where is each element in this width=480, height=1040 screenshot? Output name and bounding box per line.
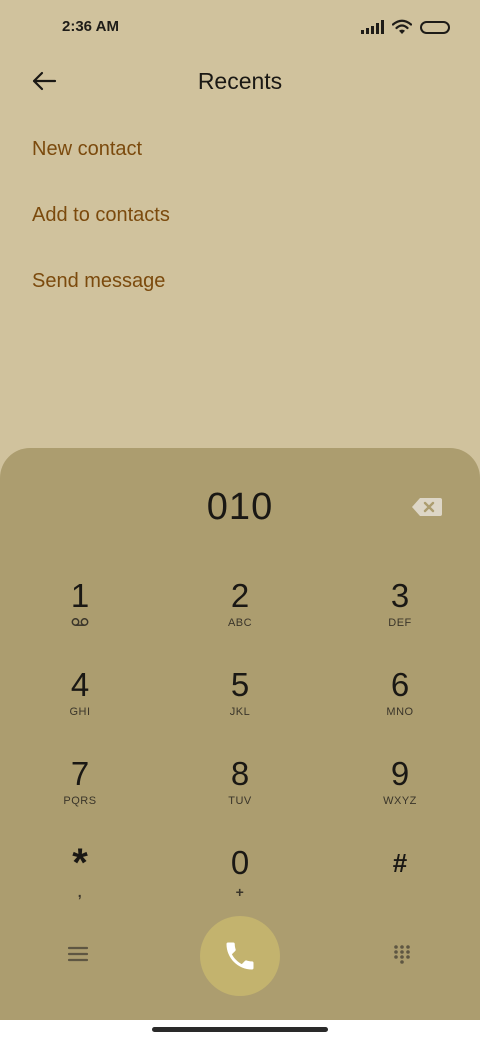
app-header: Recents <box>0 56 480 106</box>
key-digit: * <box>72 841 88 885</box>
dialpad-grid-icon <box>394 945 410 964</box>
dialpad-toggle-button[interactable] <box>392 944 412 964</box>
key-1[interactable]: 1 <box>20 576 140 656</box>
key-letters: WXYZ <box>383 795 417 807</box>
key-3[interactable]: 3 DEF <box>340 576 460 656</box>
key-letters: , <box>77 884 83 900</box>
home-indicator[interactable] <box>152 1027 328 1032</box>
dialed-number: 010 <box>206 486 274 528</box>
key-digit: 3 <box>390 577 410 614</box>
key-letters: GHI <box>69 706 91 718</box>
action-list: New contact Add to contacts Send message <box>32 128 170 326</box>
key-5[interactable]: 5 JKL <box>180 665 300 745</box>
key-digit: 6 <box>390 666 410 703</box>
status-icons <box>361 18 450 36</box>
menu-button[interactable] <box>66 944 90 964</box>
key-9[interactable]: 9 WXYZ <box>340 754 460 834</box>
new-contact-action[interactable]: New contact <box>32 128 170 194</box>
signal-icon <box>361 20 384 34</box>
key-digit: 0 <box>230 844 250 881</box>
key-sub <box>20 617 140 631</box>
key-digit: 8 <box>230 755 250 792</box>
backspace-button[interactable] <box>410 496 444 518</box>
phone-icon <box>226 942 254 970</box>
key-letters: TUV <box>228 795 252 807</box>
key-star[interactable]: * , <box>20 843 140 923</box>
key-digit: 7 <box>70 755 90 792</box>
key-8[interactable]: 8 TUV <box>180 754 300 834</box>
voicemail-icon <box>71 618 89 626</box>
key-letters: PQRS <box>63 795 97 807</box>
system-nav-bar <box>0 1020 480 1040</box>
key-0[interactable]: 0 + <box>180 843 300 923</box>
key-letters: + <box>235 884 245 900</box>
key-letters: DEF <box>388 617 412 629</box>
key-digit: 5 <box>230 666 250 703</box>
key-digit: 9 <box>390 755 410 792</box>
key-letters: ABC <box>227 617 253 629</box>
key-digit: 2 <box>230 577 250 614</box>
key-letters <box>340 884 460 898</box>
backspace-icon <box>412 498 442 516</box>
key-digit: 1 <box>70 577 90 614</box>
key-6[interactable]: 6 MNO <box>340 665 460 745</box>
key-7[interactable]: 7 PQRS <box>20 754 140 834</box>
send-message-action[interactable]: Send message <box>32 260 170 326</box>
key-letters: MNO <box>386 706 414 718</box>
key-4[interactable]: 4 GHI <box>20 665 140 745</box>
status-time: 2:36 AM <box>62 18 119 35</box>
dialpad-panel: 010 1 2 ABC 3 DEF 4 GHI 5 JKL 6 MNO 7 PQ… <box>0 448 480 1020</box>
key-2[interactable]: 2 ABC <box>180 576 300 656</box>
dialpad-actions <box>0 914 480 998</box>
call-button[interactable] <box>200 916 280 996</box>
key-digit: # <box>392 848 408 878</box>
menu-icon <box>67 946 89 962</box>
add-to-contacts-action[interactable]: Add to contacts <box>32 194 170 260</box>
battery-icon <box>420 20 450 34</box>
key-digit: 4 <box>70 666 90 703</box>
key-letters: JKL <box>229 706 251 718</box>
status-bar: 2:36 AM <box>0 0 480 56</box>
page-title: Recents <box>197 68 283 94</box>
key-hash[interactable]: # <box>340 843 460 923</box>
wifi-icon <box>392 19 412 34</box>
